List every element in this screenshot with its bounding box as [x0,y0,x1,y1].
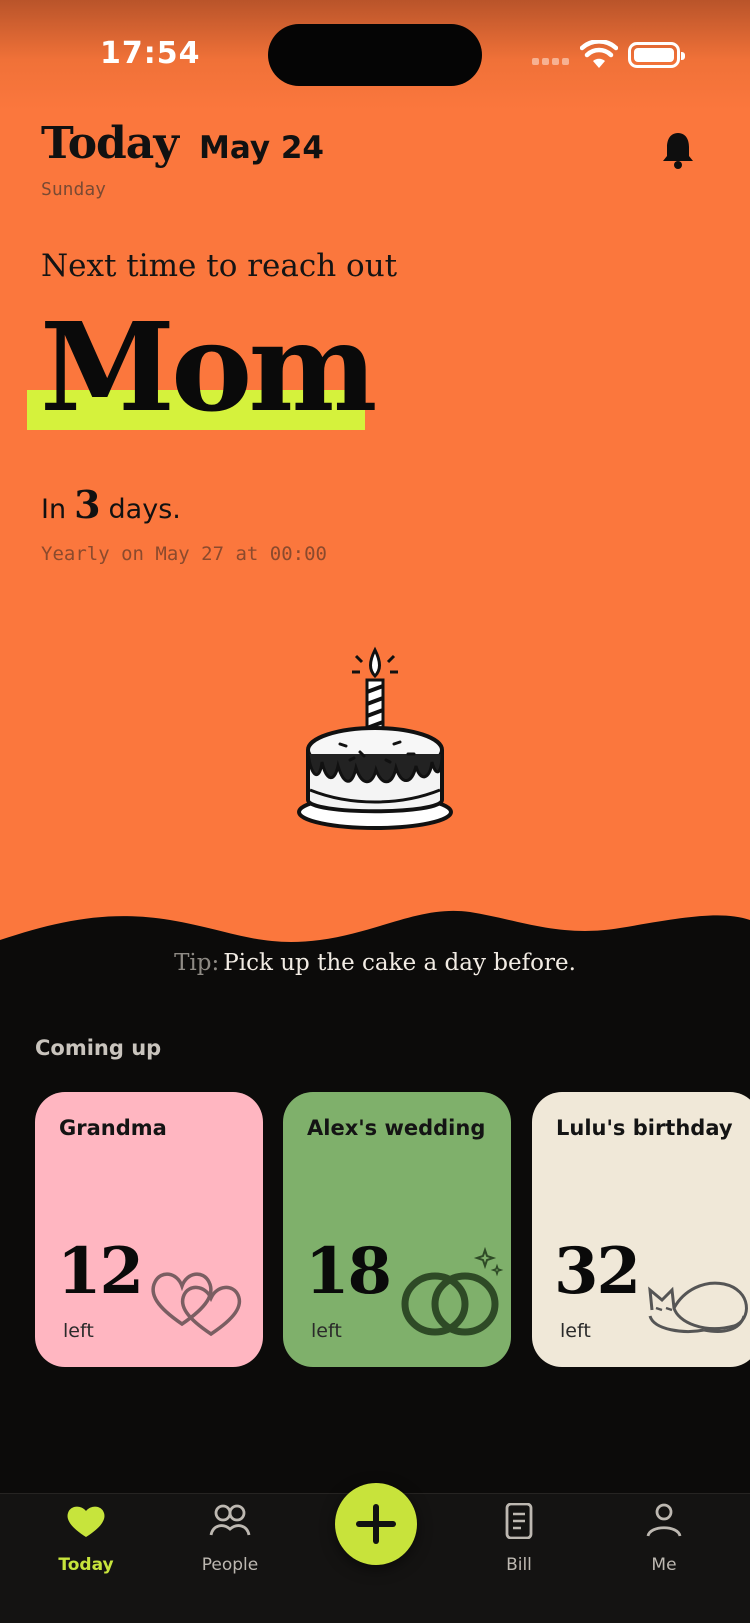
current-date: May 24 [199,130,324,166]
add-button[interactable] [335,1483,417,1565]
bell-icon[interactable] [660,130,696,170]
cat-icon [648,1281,748,1333]
event-card-days: 12 [57,1234,144,1309]
schedule-text: Yearly on May 27 at 00:00 [41,543,327,565]
event-card-lulus-birthday[interactable]: Lulu's birthday 32 left [532,1092,750,1367]
event-card-left-label: left [560,1320,591,1342]
status-bar: 17:54 [0,0,750,110]
person-icon [646,1503,682,1537]
countdown-suffix: days. [108,494,181,525]
hearts-icon [151,1272,242,1337]
event-card-grandma[interactable]: Grandma 12 left [35,1092,263,1367]
heart-icon [67,1506,105,1537]
event-card-name: Alex's wedding [307,1116,486,1140]
people-icon [209,1504,251,1536]
tab-label: Today [58,1555,114,1575]
event-card-left-label: left [63,1320,94,1342]
tip-text: Pick up the cake a day before. [223,950,576,976]
tab-bill[interactable]: Bill [459,1503,579,1583]
plus-icon [356,1504,396,1544]
next-contact-name[interactable]: Mom [40,300,378,434]
dynamic-island [268,24,482,86]
tab-me[interactable]: Me [604,1503,724,1583]
countdown-prefix: In [41,494,67,525]
event-card-name: Lulu's birthday [556,1116,733,1140]
document-icon [505,1503,533,1539]
tab-label: Me [651,1555,677,1575]
tip: Tip: Pick up the cake a day before. [0,950,750,976]
next-reach-out-heading: Next time to reach out [41,248,398,284]
event-card-days: 18 [305,1234,392,1309]
current-weekday: Sunday [41,179,107,200]
tab-people[interactable]: People [170,1503,290,1583]
event-card-name: Grandma [59,1116,167,1140]
cellular-signal-icon [532,58,572,66]
event-card-left-label: left [311,1320,342,1342]
page-title: Today [41,118,179,169]
tab-label: Bill [506,1555,532,1575]
event-card-alexs-wedding[interactable]: Alex's wedding 18 left [283,1092,511,1367]
tip-label: Tip: [174,950,220,976]
battery-icon [628,42,685,68]
event-card-days: 32 [554,1234,641,1309]
coming-up-heading: Coming up [35,1036,162,1060]
countdown-value: 3 [74,482,101,527]
tab-label: People [201,1555,259,1575]
tab-today[interactable]: Today [26,1503,146,1583]
wifi-icon [580,40,618,68]
birthday-cake-icon [297,646,453,830]
status-time: 17:54 [100,36,201,71]
countdown: In 3 days. [41,482,181,527]
rings-icon [401,1246,504,1336]
